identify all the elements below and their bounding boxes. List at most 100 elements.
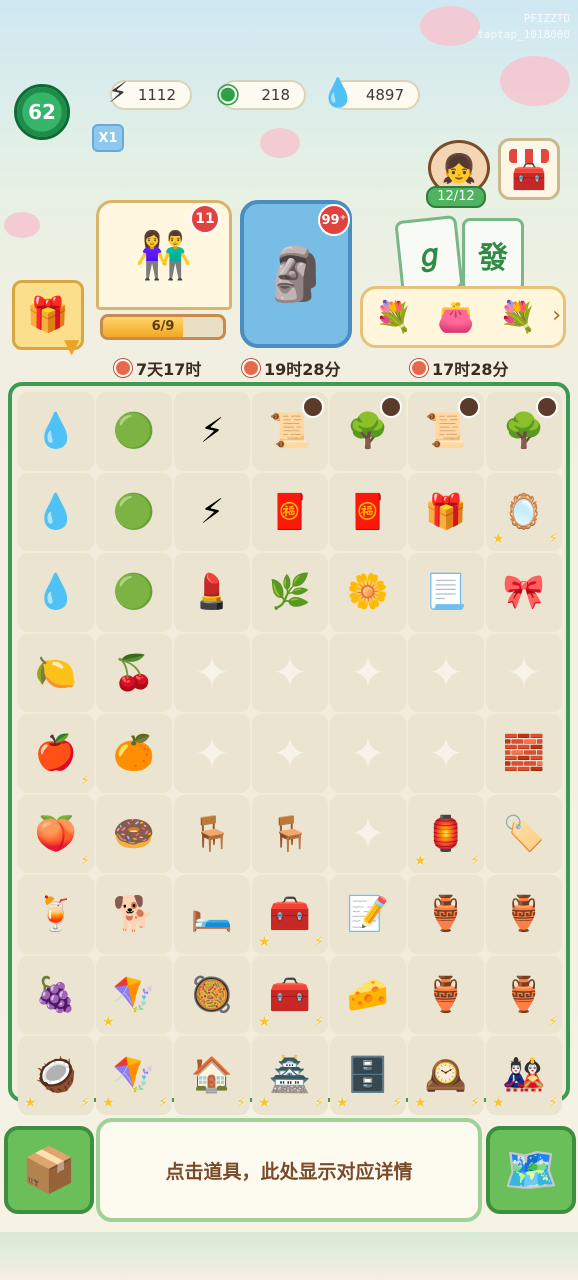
board-cell[interactable]: 💧 bbox=[18, 392, 94, 471]
timer-3-text: 17时28分 bbox=[432, 360, 509, 379]
jade-coin-counter[interactable]: ◉ 218 bbox=[216, 76, 306, 110]
star-icon: ★ bbox=[258, 1094, 271, 1111]
board-cell[interactable] bbox=[408, 714, 484, 793]
board-cell[interactable]: 🍇 bbox=[18, 955, 94, 1034]
mahjong-tile-fa[interactable]: 發 bbox=[462, 218, 524, 292]
board-cell[interactable]: 💄 bbox=[174, 553, 250, 632]
board-item-icon: 💄 bbox=[190, 572, 234, 613]
board-item-icon: 🏺 bbox=[424, 894, 468, 935]
board-cell[interactable]: 🎁 bbox=[408, 472, 484, 551]
energy-bolt-icon: ⚡ bbox=[470, 853, 480, 869]
board-cell[interactable] bbox=[486, 633, 562, 712]
board-item-icon: 🏺 bbox=[502, 894, 546, 935]
board-cell[interactable]: 🪑 bbox=[252, 794, 328, 873]
board-cell[interactable]: 🌳 bbox=[486, 392, 562, 471]
board-cell[interactable]: 🍩 bbox=[96, 794, 172, 873]
board-cell[interactable]: 🪞 ★ ⚡ bbox=[486, 472, 562, 551]
board-cell[interactable] bbox=[252, 633, 328, 712]
board-cell[interactable]: 🪁 ★ bbox=[96, 955, 172, 1034]
board-cell[interactable] bbox=[330, 794, 406, 873]
board-cell[interactable]: 🧰 ★ ⚡ bbox=[252, 875, 328, 954]
board-cell[interactable] bbox=[408, 633, 484, 712]
arrow-down-icon: ▼ bbox=[64, 334, 80, 358]
board-item-icon: 🍒 bbox=[112, 652, 156, 693]
board-cell[interactable]: 🏺 bbox=[408, 875, 484, 954]
board-cell[interactable]: ⚡ bbox=[174, 472, 250, 551]
mahjong-tile-green[interactable]: 𝑔 bbox=[394, 214, 464, 296]
board-item-icon: 🍋 bbox=[34, 652, 78, 693]
shop-button[interactable]: 🧰 bbox=[498, 138, 560, 200]
board-cell[interactable] bbox=[252, 714, 328, 793]
blossom-decoration bbox=[4, 212, 40, 238]
energy-bolt-icon: ⚡ bbox=[158, 1094, 168, 1111]
board-cell[interactable]: 🧧 bbox=[252, 472, 328, 551]
board-item-icon: 🏮 bbox=[424, 813, 468, 854]
board-cell[interactable]: 💧 bbox=[18, 472, 94, 551]
board-cell[interactable]: 🍎 ⚡ bbox=[18, 714, 94, 793]
cooldown-clock-icon bbox=[536, 396, 558, 418]
board-cell[interactable]: 🍹 bbox=[18, 875, 94, 954]
level-badge[interactable]: 62 bbox=[14, 84, 70, 140]
board-cell[interactable]: 🟢 bbox=[96, 553, 172, 632]
board-item-icon: 🥘 bbox=[190, 974, 234, 1015]
board-cell[interactable]: 📝 bbox=[330, 875, 406, 954]
board-cell[interactable]: 🌳 bbox=[330, 392, 406, 471]
water-counter[interactable]: 💧 4897 bbox=[321, 76, 420, 110]
board-cell[interactable]: 🏠 ⚡ bbox=[174, 1036, 250, 1115]
board-cell[interactable]: 🏺 bbox=[408, 955, 484, 1034]
timer-2: 19时28分 bbox=[242, 356, 341, 380]
board-cell[interactable]: 🍋 bbox=[18, 633, 94, 712]
board-cell[interactable]: 📜 bbox=[408, 392, 484, 471]
multiplier-button[interactable]: X1 bbox=[92, 124, 124, 152]
board-cell[interactable]: 🥘 bbox=[174, 955, 250, 1034]
board-cell[interactable]: 🪑 bbox=[174, 794, 250, 873]
board-cell[interactable]: 🟢 bbox=[96, 472, 172, 551]
board-item-icon: 🪑 bbox=[268, 813, 312, 854]
board-cell[interactable]: 🟢 bbox=[96, 392, 172, 471]
board-cell[interactable]: 🏷️ bbox=[486, 794, 562, 873]
statue-icon: 🗿 bbox=[263, 244, 329, 305]
board-cell[interactable]: 🍊 bbox=[96, 714, 172, 793]
board-item-icon: 🌳 bbox=[346, 411, 390, 452]
jade-value: 218 bbox=[261, 86, 290, 104]
energy-bolt-icon: ⚡ bbox=[548, 1014, 558, 1030]
board-item-icon: 🧧 bbox=[268, 491, 312, 532]
board-cell[interactable]: 💧 bbox=[18, 553, 94, 632]
board-cell[interactable]: 🧱 bbox=[486, 714, 562, 793]
board-cell[interactable]: 🏺 bbox=[486, 875, 562, 954]
order-items-panel[interactable]: 💐 👛 💐 › bbox=[360, 286, 566, 348]
board-cell[interactable]: ⚡ bbox=[174, 392, 250, 471]
board-cell[interactable]: 🏮 ★ ⚡ bbox=[408, 794, 484, 873]
board-cell[interactable]: 📃 bbox=[408, 553, 484, 632]
inventory-button[interactable]: 📦 bbox=[4, 1126, 94, 1214]
board-cell[interactable] bbox=[174, 714, 250, 793]
board-cell[interactable]: 🗄️ ★ ⚡ bbox=[330, 1036, 406, 1115]
board-cell[interactable]: 🏯 ★ ⚡ bbox=[252, 1036, 328, 1115]
board-cell[interactable]: 📜 bbox=[252, 392, 328, 471]
board-cell[interactable]: 🌼 bbox=[330, 553, 406, 632]
board-cell[interactable] bbox=[330, 633, 406, 712]
board-cell[interactable]: 🎀 bbox=[486, 553, 562, 632]
star-icon: ★ bbox=[492, 531, 505, 547]
board-cell[interactable]: 🧧 bbox=[330, 472, 406, 551]
board-item-icon: 🌿 bbox=[268, 572, 312, 613]
board-cell[interactable]: 🏺 ⚡ bbox=[486, 955, 562, 1034]
board-cell[interactable]: 🧀 bbox=[330, 955, 406, 1034]
chevron-right-icon[interactable]: › bbox=[552, 303, 561, 328]
clock-icon bbox=[114, 359, 132, 377]
board-cell[interactable]: 🪁 ★ ⚡ bbox=[96, 1036, 172, 1115]
board-cell[interactable]: 🐕 bbox=[96, 875, 172, 954]
board-cell[interactable]: 🧰 ★ ⚡ bbox=[252, 955, 328, 1034]
board-cell[interactable]: 🕰️ ★ ⚡ bbox=[408, 1036, 484, 1115]
board-cell[interactable]: 🛏️ bbox=[174, 875, 250, 954]
board-cell[interactable]: 🍒 bbox=[96, 633, 172, 712]
board-item-icon: 🍑 bbox=[34, 813, 78, 854]
gold-counter[interactable]: ⚡ 1112 bbox=[108, 76, 192, 110]
board-cell[interactable]: 🍑 ⚡ bbox=[18, 794, 94, 873]
board-cell[interactable] bbox=[174, 633, 250, 712]
board-cell[interactable] bbox=[330, 714, 406, 793]
map-button[interactable]: 🗺️ bbox=[486, 1126, 576, 1214]
board-cell[interactable]: 🥥 ★ ⚡ bbox=[18, 1036, 94, 1115]
board-cell[interactable]: 🌿 bbox=[252, 553, 328, 632]
board-cell[interactable]: 🎎 ★ ⚡ bbox=[486, 1036, 562, 1115]
